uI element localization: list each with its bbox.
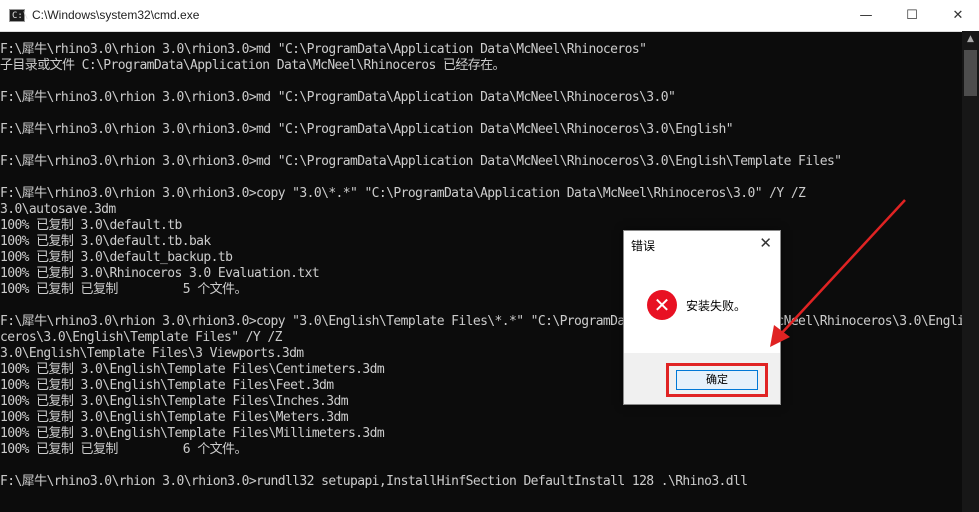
- arrow-shaft: [779, 199, 906, 336]
- annotation-arrow: [770, 199, 906, 347]
